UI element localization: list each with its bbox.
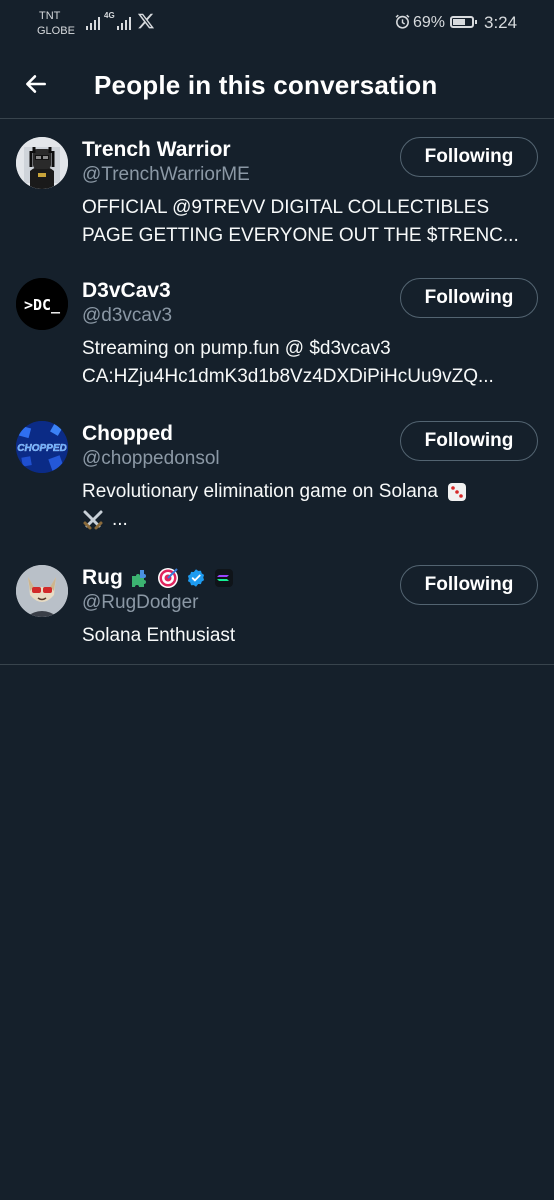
signal-strength-icon (86, 14, 100, 30)
user-bio: OFFICIAL @9TREVV DIGITAL COLLECTIBLES PA… (82, 194, 538, 250)
avatar[interactable] (16, 565, 68, 617)
crossed-swords-icon (82, 509, 104, 531)
header: People in this conversation (0, 50, 554, 118)
following-button[interactable]: Following (400, 137, 538, 177)
avatar-image (16, 137, 68, 189)
puzzle-piece-icon (129, 567, 151, 589)
target-icon (157, 567, 179, 589)
avatar-image: >DC_ (16, 278, 68, 330)
avatar-image (16, 565, 68, 617)
user-name: Rug (82, 566, 123, 589)
user-row[interactable]: CHOPPED Chopped @choppedonsol Revolution… (0, 421, 554, 534)
avatar[interactable] (16, 137, 68, 189)
avatar[interactable]: >DC_ (16, 278, 68, 330)
carrier-label: TNT GLOBE (37, 10, 75, 37)
avatar[interactable]: CHOPPED (16, 421, 68, 473)
verified-badge-icon (185, 567, 207, 589)
arrow-left-icon (26, 75, 46, 93)
back-button[interactable] (16, 64, 56, 104)
following-button[interactable]: Following (400, 565, 538, 605)
status-bar: TNT GLOBE 4G 69% 3:24 (0, 0, 554, 50)
bio-line: PAGE GETTING EVERYONE OUT THE $TRENC... (82, 225, 519, 246)
bio-line: Solana Enthusiast (82, 625, 236, 646)
mobile-data-signal-icon (117, 14, 131, 30)
bio-line: OFFICIAL @9TREVV DIGITAL COLLECTIBLES (82, 197, 490, 218)
bio-line: ... (82, 506, 538, 534)
user-name: D3vCav3 (82, 279, 171, 302)
avatar-text: CHOPPED (17, 443, 66, 454)
network-type-label: 4G (104, 11, 115, 20)
following-button[interactable]: Following (400, 421, 538, 461)
avatar-text: >DC_ (24, 296, 61, 314)
header-divider (0, 118, 554, 119)
solana-affiliate-badge-icon (213, 567, 235, 589)
alarm-icon (395, 14, 410, 29)
user-row[interactable]: Trench Warrior @TrenchWarriorME OFFICIAL… (0, 137, 554, 250)
bio-line: Streaming on pump.fun @ $d3vcav3 (82, 338, 391, 359)
dice-icon (446, 481, 468, 503)
x-logo-icon (137, 13, 155, 29)
user-bio: Streaming on pump.fun @ $d3vcav3 CA:HZju… (82, 335, 538, 391)
user-row[interactable]: Rug @RugDodger Solana Enthusiast Followi… (0, 565, 554, 650)
list-end-divider (0, 664, 554, 665)
user-row[interactable]: >DC_ D3vCav3 @d3vcav3 Streaming on pump.… (0, 278, 554, 391)
bio-line: CA:HZju4Hc1dmK3d1b8Vz4DXDiPiHcUu9vZQ... (82, 366, 494, 387)
page-title: People in this conversation (94, 70, 438, 100)
following-button[interactable]: Following (400, 278, 538, 318)
avatar-image: CHOPPED (16, 421, 68, 473)
user-bio: Revolutionary elimination game on Solana (82, 478, 538, 534)
user-bio: Solana Enthusiast (82, 622, 538, 650)
user-name: Chopped (82, 422, 173, 445)
user-name: Trench Warrior (82, 138, 231, 161)
bio-line: Revolutionary elimination game on Solana (82, 478, 538, 506)
battery-percentage: 69% (413, 14, 446, 31)
battery-icon (450, 16, 477, 28)
clock: 3:24 (484, 13, 518, 32)
